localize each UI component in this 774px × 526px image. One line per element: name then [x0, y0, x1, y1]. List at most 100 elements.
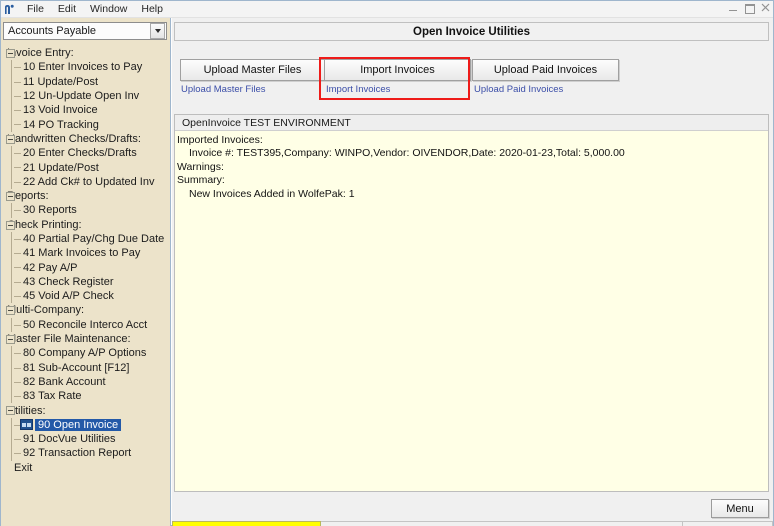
tree-elbow [14, 167, 21, 169]
sidebar-item-40-partial-pay-chg-due-date[interactable]: 40 Partial Pay/Chg Due Date [1, 231, 170, 247]
tree-connector [11, 60, 12, 75]
module-select[interactable]: Accounts Payable [3, 22, 167, 40]
sidebar-item-90-open-invoice[interactable]: 90 Open Invoice [1, 417, 170, 433]
menu-help[interactable]: Help [134, 2, 170, 16]
sidebar-item-43-check-register[interactable]: 43 Check Register [1, 274, 170, 290]
sidebar-item-41-mark-invoices-to-pay[interactable]: 41 Mark Invoices to Pay [1, 246, 170, 261]
sidebar-item-42-pay-a-p[interactable]: 42 Pay A/P [1, 260, 170, 275]
sidebar-item-10-enter-invoices-to-pay[interactable]: 10 Enter Invoices to Pay [1, 60, 170, 75]
action-button-row: Upload Master Files Import Invoices Uplo… [174, 46, 769, 100]
menu-button[interactable]: Menu [711, 499, 769, 518]
output-line: New Invoices Added in WolfePak: 1 [189, 187, 355, 200]
sidebar-item-12-un-update-open-inv[interactable]: 12 Un-Update Open Inv [1, 88, 170, 104]
sidebar-item-30-reports[interactable]: 30 Reports [1, 203, 170, 218]
import-invoices-button[interactable]: Import Invoices [324, 59, 471, 81]
sidebar-item-80-company-a-p-options[interactable]: 80 Company A/P Options [1, 346, 170, 361]
menu-file[interactable]: File [20, 2, 51, 16]
sidebar-item-label: 81 Sub-Account [F12] [23, 361, 130, 374]
collapse-icon[interactable] [6, 306, 15, 316]
tree-connector [11, 289, 12, 304]
minimize-icon[interactable] [729, 3, 738, 12]
tree-elbow [14, 453, 21, 455]
tree-connector [11, 231, 12, 247]
sidebar-item-83-tax-rate[interactable]: 83 Tax Rate [1, 389, 170, 404]
tree-elbow [14, 153, 21, 155]
sidebar-item-50-reconcile-interco-acct[interactable]: 50 Reconcile Interco Acct [1, 317, 170, 332]
tree-connector [11, 88, 12, 104]
upload-paid-invoices-button[interactable]: Upload Paid Invoices [472, 59, 619, 81]
sidebar-item-label: Multi-Company: [7, 304, 85, 317]
sidebar-item-utilities[interactable]: Utilities: [1, 403, 170, 417]
import-invoices-link[interactable]: Import Invoices [326, 84, 390, 95]
tree-elbow [14, 324, 21, 326]
tree-connector [11, 274, 12, 290]
tree-elbow [14, 81, 21, 83]
sidebar-item-label: 40 Partial Pay/Chg Due Date [23, 233, 165, 245]
sidebar-item-label: 42 Pay A/P [23, 261, 78, 274]
sidebar-item-master-file-maintenance[interactable]: Master File Maintenance: [1, 332, 170, 346]
sidebar-item-label: 41 Mark Invoices to Pay [23, 247, 141, 260]
sidebar-item-91-docvue-utilities[interactable]: 91 DocVue Utilities [1, 432, 170, 447]
collapse-icon[interactable] [6, 134, 15, 144]
sidebar-item-45-void-a-p-check[interactable]: 45 Void A/P Check [1, 289, 170, 304]
menu-window[interactable]: Window [83, 2, 134, 16]
collapse-icon[interactable] [6, 191, 15, 201]
sidebar-item-label: 83 Tax Rate [23, 390, 82, 403]
collapse-icon[interactable] [6, 49, 15, 58]
sidebar-item-exit[interactable]: Exit [1, 461, 170, 475]
upload-paid-invoices-link[interactable]: Upload Paid Invoices [474, 84, 563, 95]
sidebar-item-11-update-post[interactable]: 11 Update/Post [1, 74, 170, 89]
tree-elbow [14, 267, 21, 269]
sidebar-item-label: Handwritten Checks/Drafts: [7, 132, 141, 145]
tree-connector [11, 74, 12, 89]
output-line: Warnings: [177, 160, 224, 173]
sidebar-item-82-bank-account[interactable]: 82 Bank Account [1, 374, 170, 390]
sidebar-item-label: 92 Transaction Report [23, 447, 132, 460]
window-controls [729, 3, 770, 14]
status-message: Import Invoices Process Finish [321, 521, 683, 526]
sidebar-item-label: 12 Un-Update Open Inv [23, 90, 140, 103]
sidebar-item-invoice-entry[interactable]: Invoice Entry: [1, 46, 170, 60]
sidebar-item-reports[interactable]: Reports: [1, 189, 170, 203]
close-icon[interactable] [761, 3, 770, 12]
sidebar-item-label: 22 Add Ck# to Updated Inv [23, 175, 155, 188]
sidebar-item-label: 11 Update/Post [23, 75, 99, 88]
sidebar-item-check-printing[interactable]: Check Printing: [1, 218, 170, 232]
sidebar-item-92-transaction-report[interactable]: 92 Transaction Report [1, 446, 170, 461]
sidebar-item-handwritten-checks-drafts[interactable]: Handwritten Checks/Drafts: [1, 132, 170, 146]
tree-elbow [14, 95, 21, 97]
module-select-value: Accounts Payable [8, 25, 97, 37]
collapse-icon[interactable] [6, 220, 15, 230]
menu-bar: File Edit Window Help [1, 1, 773, 18]
upload-master-files-link[interactable]: Upload Master Files [181, 84, 265, 95]
status-bar: 100% Import Invoices Process Finish Beth [172, 521, 773, 526]
sidebar-item-20-enter-checks-drafts[interactable]: 20 Enter Checks/Drafts [1, 146, 170, 161]
output-line: Summary: [177, 174, 225, 187]
tree-connector [11, 432, 12, 447]
open-invoice-icon [20, 419, 33, 431]
tree-elbow [14, 181, 21, 183]
sidebar-item-13-void-invoice[interactable]: 13 Void Invoice [1, 103, 170, 118]
collapse-icon[interactable] [6, 406, 15, 416]
tree-connector [11, 446, 12, 461]
tree-elbow [14, 238, 21, 240]
output-panel: OpenInvoice TEST ENVIRONMENT Imported In… [174, 114, 769, 492]
tree-connector [11, 160, 12, 175]
output-line: Invoice #: TEST395,Company: WINPO,Vendor… [189, 147, 625, 160]
collapse-icon[interactable] [6, 334, 15, 344]
sidebar-item-22-add-ck-to-updated-inv[interactable]: 22 Add Ck# to Updated Inv [1, 174, 170, 189]
sidebar-item-multi-company[interactable]: Multi-Company: [1, 303, 170, 317]
sidebar-item-21-update-post[interactable]: 21 Update/Post [1, 160, 170, 175]
menu-edit[interactable]: Edit [51, 2, 83, 16]
tree-connector [11, 389, 12, 404]
tree-elbow [14, 396, 21, 398]
sidebar-item-label: Exit [14, 461, 33, 474]
sidebar-item-label: 20 Enter Checks/Drafts [23, 147, 137, 160]
upload-master-files-button[interactable]: Upload Master Files [180, 59, 325, 81]
sidebar: Accounts Payable Invoice Entry: 10 Enter … [1, 18, 171, 526]
sidebar-item-14-po-tracking[interactable]: 14 PO Tracking [1, 117, 170, 132]
tree-elbow [14, 381, 21, 383]
sidebar-item-81-sub-account-f12[interactable]: 81 Sub-Account [F12] [1, 360, 170, 375]
maximize-icon[interactable] [745, 3, 755, 14]
chevron-down-icon[interactable] [150, 23, 165, 39]
